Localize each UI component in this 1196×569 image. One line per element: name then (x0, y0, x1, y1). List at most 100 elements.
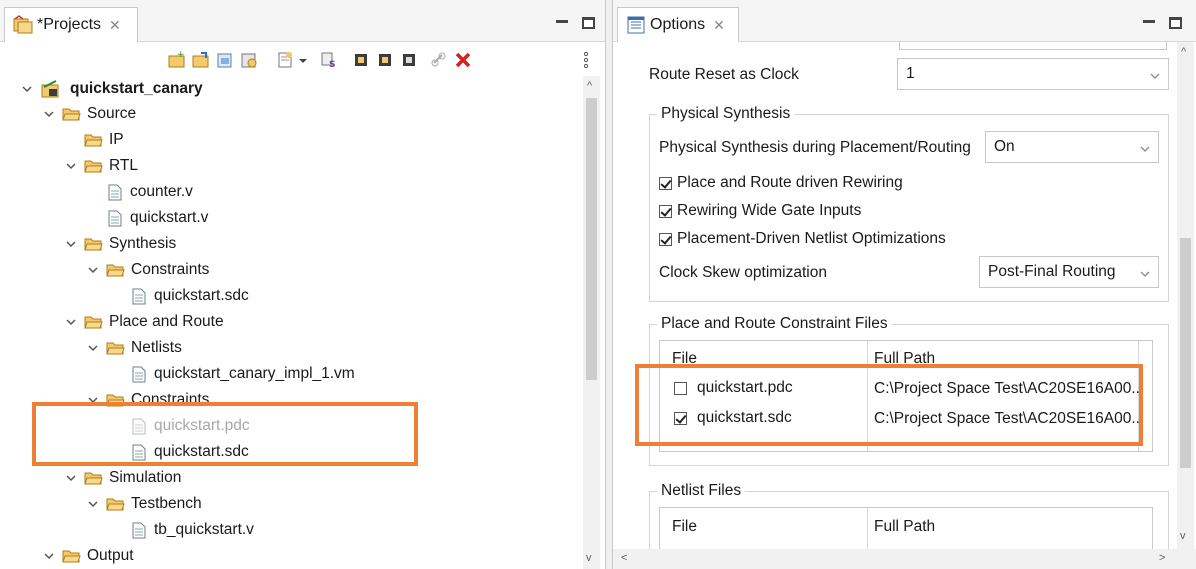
phys-synth-during-value: On (994, 138, 1015, 155)
tree-label-ip: IP (109, 131, 124, 148)
rewiring-checkbox-row[interactable]: Place and Route driven Rewiring (659, 174, 903, 192)
folder-open-icon (84, 237, 103, 252)
svg-text:S: S (329, 60, 335, 69)
tree-label-synth-constraints: Constraints (131, 261, 210, 278)
chevron-down-icon[interactable] (42, 107, 56, 121)
chevron-down-icon (1140, 266, 1150, 277)
minimize-button[interactable] (556, 20, 568, 23)
tree-row-synth-constraints[interactable]: Constraints (86, 257, 209, 283)
tree-row-synth-sdc[interactable]: quickstart.sdc (132, 283, 249, 309)
scroll-up-icon[interactable]: ^ (587, 80, 592, 92)
options-hscrollbar[interactable]: < > (613, 549, 1196, 569)
tab-options-label: Options (650, 16, 706, 33)
tree-row-source[interactable]: Source (42, 101, 136, 127)
open-folder-icon[interactable] (192, 51, 210, 69)
remove-file-icon[interactable] (240, 51, 258, 69)
chevron-down-icon[interactable] (64, 237, 78, 251)
tree-label-counter-v: counter.v (130, 183, 193, 200)
tree-row-counter-v[interactable]: counter.v (108, 179, 193, 205)
minimize-button[interactable] (1143, 20, 1155, 23)
projects-scroll-thumb[interactable] (586, 98, 597, 380)
tree-row-synthesis[interactable]: Synthesis (64, 231, 176, 257)
tree-row-quickstart-v[interactable]: quickstart.v (108, 205, 208, 231)
properties-icon[interactable] (276, 51, 294, 69)
tree-row-place-route[interactable]: Place and Route (64, 309, 224, 335)
netlist-col-file-header[interactable]: File (672, 518, 697, 536)
physical-synthesis-title: Physical Synthesis (657, 105, 795, 123)
tree-row-tb-file[interactable]: tb_quickstart.v (132, 517, 254, 543)
tree-row-project[interactable]: quickstart_canary (20, 76, 203, 102)
route-reset-value: 1 (906, 65, 915, 82)
scroll-right-icon[interactable]: > (1159, 552, 1165, 564)
project-label: quickstart_canary (70, 80, 203, 97)
chip-run-icon[interactable] (376, 51, 394, 69)
tree-label-netlists: Netlists (131, 339, 182, 356)
netlist-col-path-header[interactable]: Full Path (874, 518, 935, 536)
chevron-down-icon[interactable] (20, 82, 34, 96)
view-menu-icon[interactable] (582, 51, 590, 69)
chevron-down-icon[interactable] (64, 471, 78, 485)
chevron-down-icon[interactable] (64, 315, 78, 329)
new-folder-icon[interactable]: + (168, 50, 186, 69)
scroll-left-icon[interactable]: < (621, 552, 627, 564)
tree-row-simulation[interactable]: Simulation (64, 465, 181, 491)
netlist-opt-checkbox[interactable] (659, 232, 672, 246)
chip-icon[interactable] (352, 51, 370, 69)
chevron-down-icon[interactable] (86, 497, 100, 511)
netlist-opt-label: Placement-Driven Netlist Optimizations (677, 230, 946, 247)
tree-label-output: Output (87, 547, 134, 564)
tree-row-ip[interactable]: IP (84, 127, 124, 153)
chevron-down-icon (1150, 68, 1160, 79)
highlight-box-tree (32, 402, 418, 466)
projects-scrollbar[interactable]: ^ v (583, 76, 600, 569)
folder-open-icon (106, 341, 125, 356)
link-icon[interactable] (430, 51, 448, 69)
tree-label-tb-file: tb_quickstart.v (154, 521, 254, 538)
add-file-icon[interactable] (216, 51, 234, 69)
projects-toolbar: + S (0, 42, 605, 76)
chevron-down-icon[interactable] (86, 341, 100, 355)
close-icon[interactable]: ✕ (109, 17, 121, 34)
tree-row-rtl[interactable]: RTL (64, 153, 138, 179)
tree-row-output[interactable]: Output (42, 543, 134, 569)
folder-open-icon (62, 549, 81, 564)
netlist-files-title: Netlist Files (657, 482, 746, 500)
chevron-down-icon[interactable] (64, 159, 78, 173)
rewiring-checkbox[interactable] (659, 176, 672, 190)
scroll-down-icon[interactable]: v (1180, 530, 1186, 542)
tree-row-netlists[interactable]: Netlists (86, 335, 182, 361)
route-reset-select[interactable]: 1 (897, 58, 1169, 90)
wide-gate-checkbox-row[interactable]: Rewiring Wide Gate Inputs (659, 202, 861, 220)
maximize-button[interactable] (582, 17, 595, 29)
folder-open-icon (84, 159, 103, 174)
options-scroll-thumb[interactable] (1180, 238, 1191, 468)
projects-tabbar: *Projects ✕ (0, 0, 605, 42)
chevron-down-icon[interactable] (42, 549, 56, 563)
folder-open-icon (84, 133, 103, 148)
file-icon (108, 184, 122, 201)
tab-projects[interactable]: *Projects ✕ (4, 7, 138, 42)
scroll-up-icon[interactable]: ^ (1181, 46, 1186, 58)
wide-gate-checkbox[interactable] (659, 204, 672, 218)
scroll-down-icon[interactable]: v (586, 552, 592, 564)
tree-row-testbench[interactable]: Testbench (86, 491, 202, 517)
clock-skew-select[interactable]: Post-Final Routing (979, 256, 1159, 288)
tree-row-netlist-vm[interactable]: quickstart_canary_impl_1.vm (132, 361, 355, 387)
tab-options[interactable]: Options ✕ (617, 7, 739, 42)
tree-label-netlist-vm: quickstart_canary_impl_1.vm (154, 365, 355, 382)
phys-synth-during-select[interactable]: On (985, 131, 1159, 163)
delete-icon[interactable] (454, 51, 472, 69)
tree-label-source: Source (87, 105, 137, 122)
chevron-down-icon[interactable] (86, 263, 100, 277)
maximize-button[interactable] (1169, 17, 1182, 29)
chevron-down-icon[interactable] (298, 51, 308, 69)
constraint-files-title: Place and Route Constraint Files (657, 315, 892, 333)
route-reset-label: Route Reset as Clock (649, 66, 799, 83)
netlist-files-table: File Full Path (659, 507, 1153, 552)
chip-save-icon[interactable] (400, 51, 418, 69)
strategy-icon[interactable]: S (320, 51, 338, 70)
options-scrollbar[interactable]: ^ v (1177, 42, 1194, 549)
netlist-opt-checkbox-row[interactable]: Placement-Driven Netlist Optimizations (659, 230, 946, 248)
options-panel: Options ✕ Route Reset as Clock 1 Physica… (612, 0, 1196, 569)
close-icon[interactable]: ✕ (713, 17, 725, 34)
